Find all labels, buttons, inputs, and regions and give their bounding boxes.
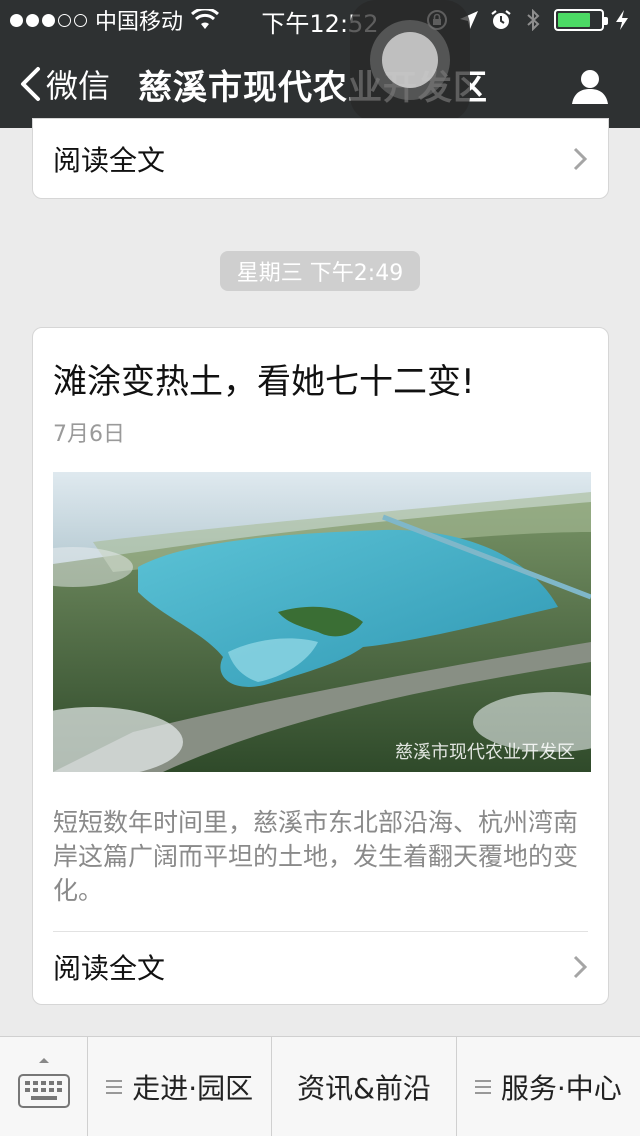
back-button[interactable]: 微信 bbox=[18, 62, 110, 106]
menu-lines-icon bbox=[106, 1079, 123, 1094]
read-more-label: 阅读全文 bbox=[53, 144, 166, 177]
read-more-label: 阅读全文 bbox=[53, 952, 166, 985]
chevron-right-icon bbox=[573, 955, 588, 979]
back-label: 微信 bbox=[46, 67, 111, 105]
assistive-touch-core bbox=[382, 32, 438, 88]
message-timestamp: 星期三 下午2:49 bbox=[220, 251, 420, 291]
article-title: 滩涂变热土，看她七十二变! bbox=[53, 362, 475, 402]
menu-item-news[interactable]: 资讯&前沿 bbox=[272, 1037, 457, 1136]
keyboard-icon bbox=[18, 1058, 70, 1108]
menu-item-service[interactable]: 服务·中心 bbox=[457, 1037, 640, 1136]
chevron-left-icon bbox=[21, 67, 40, 101]
status-bar: 中国移动 下午12:52 bbox=[0, 0, 640, 40]
bluetooth-icon bbox=[527, 9, 540, 31]
assistive-touch-button[interactable] bbox=[350, 0, 470, 122]
message-card[interactable]: 阅读全文 bbox=[32, 118, 609, 199]
menu-item-park[interactable]: 走进·园区 bbox=[88, 1037, 273, 1136]
alarm-clock-icon bbox=[491, 10, 511, 29]
battery-fill bbox=[558, 13, 590, 27]
battery-icon bbox=[554, 9, 608, 31]
navigation-bar: 微信 慈溪市现代农业开发区 bbox=[0, 40, 640, 128]
article-date: 7月6日 bbox=[53, 422, 125, 447]
menu-item-label: 资讯&前沿 bbox=[297, 1071, 431, 1105]
person-icon[interactable] bbox=[570, 66, 610, 106]
read-more-link[interactable]: 阅读全文 bbox=[53, 931, 588, 1003]
image-watermark: 慈溪市现代农业开发区 bbox=[395, 742, 575, 763]
lake-aerial-illustration bbox=[53, 472, 591, 772]
read-more-link[interactable]: 阅读全文 bbox=[53, 123, 588, 195]
bottom-menu-bar: 走进·园区 资讯&前沿 服务·中心 bbox=[0, 1036, 640, 1136]
menu-item-label: 服务·中心 bbox=[500, 1071, 622, 1105]
menu-item-label: 走进·园区 bbox=[132, 1071, 254, 1105]
keyboard-toggle-button[interactable] bbox=[0, 1037, 88, 1136]
article-cover-image[interactable]: 慈溪市现代农业开发区 bbox=[53, 472, 591, 772]
charging-icon bbox=[616, 10, 628, 30]
chevron-right-icon bbox=[573, 147, 588, 171]
menu-lines-icon bbox=[474, 1079, 491, 1094]
article-summary: 短短数年时间里，慈溪市东北部沿海、杭州湾南岸这篇广阔而平坦的土地，发生着翻天覆地… bbox=[53, 808, 579, 905]
article-card[interactable]: 滩涂变热土，看她七十二变! 7月6日 慈溪市现代农业开发区 短短数年时间里，慈溪… bbox=[32, 327, 609, 1005]
top-bar: 中国移动 下午12:52 微信 慈溪市现代农业开发区 bbox=[0, 0, 640, 128]
